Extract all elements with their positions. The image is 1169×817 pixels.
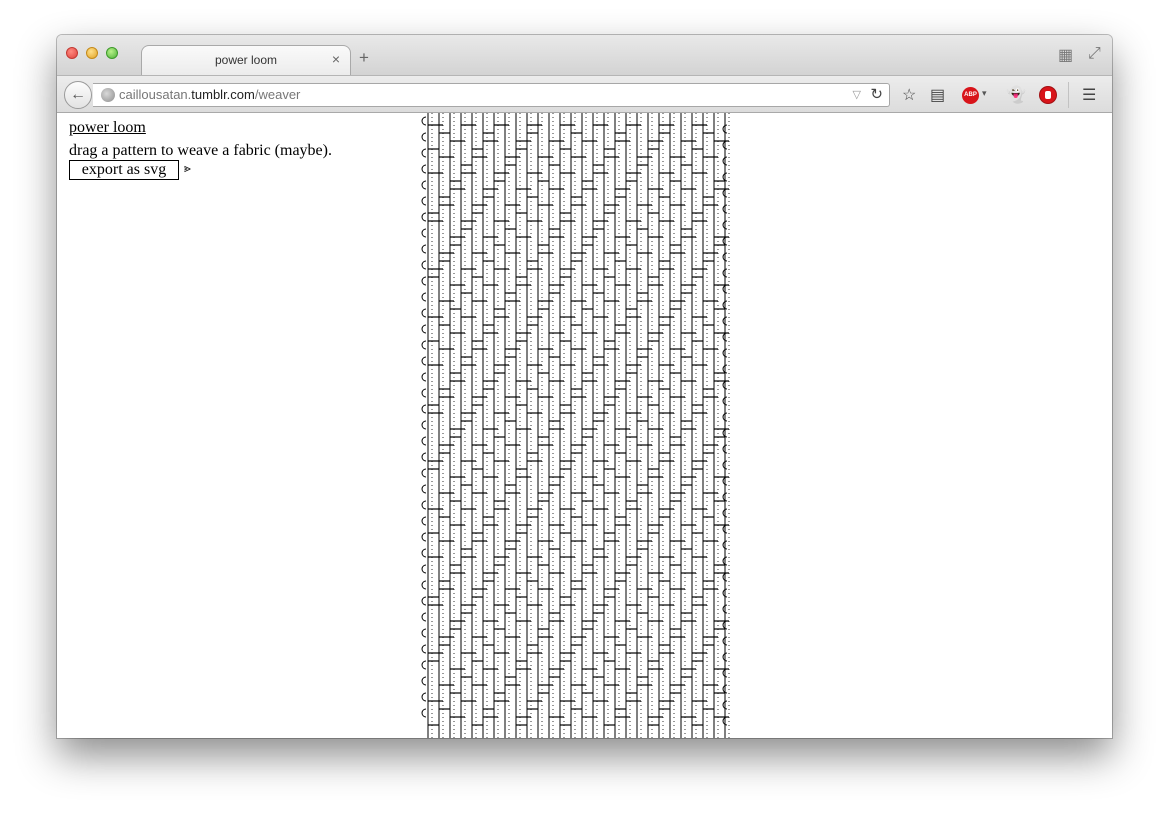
- weft-turn-left: [421, 228, 427, 238]
- url-prefix: caillousatan.: [119, 87, 192, 102]
- weft-turn-left: [421, 324, 427, 334]
- page-title[interactable]: power loom: [69, 119, 146, 137]
- weft-turn-left: [421, 548, 427, 558]
- weft-turn-left: [421, 420, 427, 430]
- weft-turn-left: [421, 132, 427, 142]
- tab-grid-icon[interactable]: ▦: [1058, 45, 1073, 65]
- browser-window: power loom × + ▦ ⤢ ← caillousatan.tumblr…: [57, 35, 1112, 738]
- back-icon: ←: [70, 86, 86, 103]
- weft-turn-left: [421, 436, 427, 446]
- tab-close-icon[interactable]: ×: [332, 51, 340, 67]
- weft-turn-left: [421, 580, 427, 590]
- weft-turn-left: [421, 660, 427, 670]
- reading-list-icon[interactable]: ▤: [930, 85, 945, 105]
- reload-icon[interactable]: ↻: [870, 85, 883, 103]
- weft-turn-left: [421, 468, 427, 478]
- weft-turn-left: [421, 180, 427, 190]
- weft-turn-left: [421, 340, 427, 350]
- adblock-dropdown-icon[interactable]: ▾: [982, 88, 987, 99]
- url-host: tumblr.com: [191, 87, 255, 102]
- weft-turn-left: [421, 292, 427, 302]
- weft-turn-left: [421, 148, 427, 158]
- address-bar[interactable]: caillousatan.tumblr.com/weaver ▽ ↻: [93, 83, 890, 107]
- new-tab-button[interactable]: +: [359, 48, 369, 68]
- minimize-window-button[interactable]: [86, 47, 98, 59]
- weft-turn-left: [421, 404, 427, 414]
- weft-turn-left: [421, 452, 427, 462]
- url-path: /weaver: [254, 87, 301, 102]
- weft-turn-left: [421, 164, 427, 174]
- close-window-button[interactable]: [66, 47, 78, 59]
- weft-turn-left: [421, 388, 427, 398]
- weft-turn-left: [421, 500, 427, 510]
- site-identity-icon[interactable]: [101, 88, 115, 102]
- weft-turn-left: [421, 196, 427, 206]
- bookmark-star-icon[interactable]: ☆: [902, 85, 916, 105]
- url-history-dropdown-icon[interactable]: ▽: [853, 88, 861, 101]
- weft-turn-left: [421, 596, 427, 606]
- weft-turn-left: [421, 372, 427, 382]
- toolbar: ← caillousatan.tumblr.com/weaver ▽ ↻ ☆ ▤…: [57, 75, 1112, 113]
- tab-title: power loom: [214, 53, 278, 67]
- export-svg-button[interactable]: export as svg: [69, 160, 179, 180]
- back-button[interactable]: ←: [64, 81, 92, 109]
- tab-power-loom[interactable]: power loom ×: [141, 45, 351, 75]
- loom-fabric-canvas[interactable]: [416, 113, 756, 738]
- weft-turn-left: [421, 532, 427, 542]
- weft-turn-left: [421, 708, 427, 718]
- weft-turn-left: [421, 644, 427, 654]
- zoom-window-button[interactable]: [106, 47, 118, 59]
- stop-icon[interactable]: [1040, 87, 1056, 103]
- page-description: drag a pattern to weave a fabric (maybe)…: [69, 142, 332, 159]
- weft-turn-left: [421, 484, 427, 494]
- url-text[interactable]: caillousatan.tumblr.com/weaver: [119, 87, 300, 102]
- weft-turn-left: [421, 356, 427, 366]
- title-bar: power loom × + ▦ ⤢: [57, 35, 1112, 75]
- weft-turn-left: [421, 516, 427, 526]
- weft-turn-left: [421, 676, 427, 686]
- weft-turn-left: [421, 692, 427, 702]
- page-content: power loom drag a pattern to weave a fab…: [57, 113, 1112, 738]
- weft-turn-left: [421, 308, 427, 318]
- adblock-plus-icon[interactable]: ABP: [962, 87, 979, 104]
- weft-turn-left: [421, 116, 427, 126]
- weft-turn-left: [421, 564, 427, 574]
- drag-handle-icon[interactable]: ⪢: [184, 161, 191, 176]
- weft-turn-left: [421, 628, 427, 638]
- weft-turn-left: [421, 276, 427, 286]
- fullscreen-icon[interactable]: ⤢: [1088, 45, 1101, 63]
- weft-turn-left: [421, 244, 427, 254]
- menu-icon[interactable]: ☰: [1082, 85, 1096, 105]
- weft-turn-left: [421, 260, 427, 270]
- weft-turn-left: [421, 212, 427, 222]
- weft-turn-left: [421, 612, 427, 622]
- ghostery-icon[interactable]: 👻: [1006, 85, 1026, 105]
- toolbar-divider: [1068, 82, 1069, 108]
